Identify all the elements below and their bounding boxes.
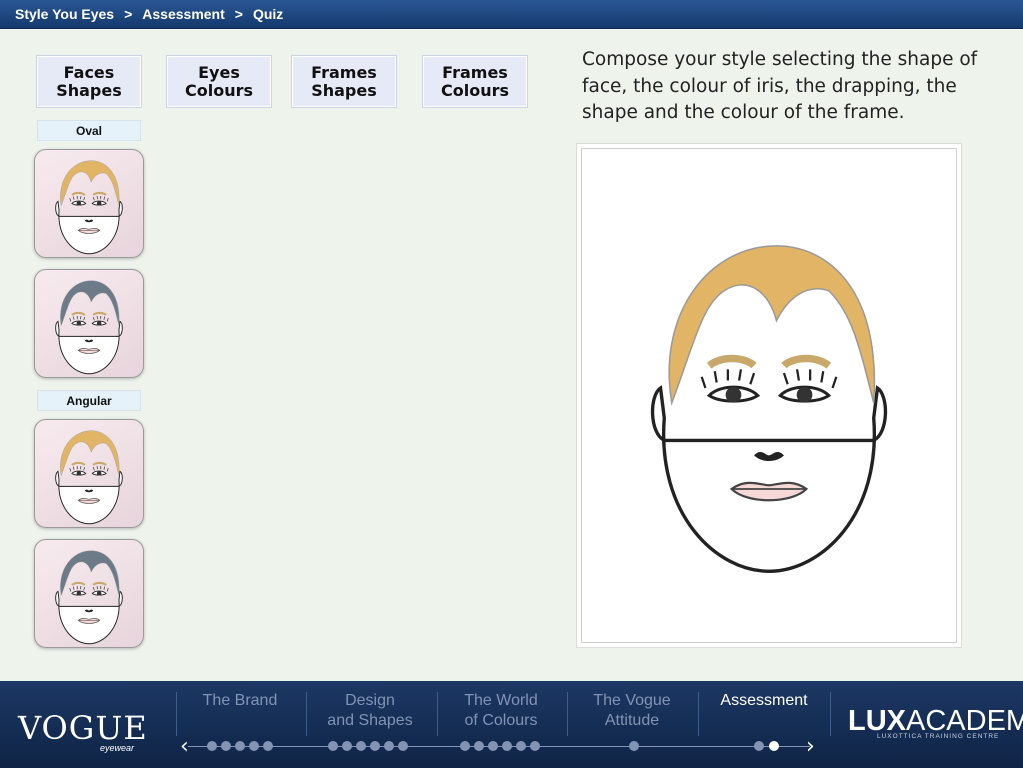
progress-dot[interactable]: [328, 741, 338, 751]
progress-dot[interactable]: [629, 741, 639, 751]
face-illustration: [55, 160, 123, 255]
progress-dot[interactable]: [249, 741, 259, 751]
tab-frames-colours[interactable]: Frames Colours: [423, 56, 527, 107]
breadcrumb-item-assessment[interactable]: Assessment: [142, 6, 225, 22]
progress-dot[interactable]: [398, 741, 408, 751]
vogue-logo-subtitle: eyewear: [100, 743, 135, 753]
progress-dot[interactable]: [370, 741, 380, 751]
face-thumbnail[interactable]: [34, 149, 144, 258]
progress-dot[interactable]: [488, 741, 498, 751]
face-illustration: [55, 550, 123, 645]
breadcrumb-item-quiz[interactable]: Quiz: [253, 6, 283, 22]
face-thumbnail[interactable]: [34, 269, 144, 378]
progress-dot[interactable]: [530, 741, 540, 751]
progress-track: [188, 746, 810, 747]
face-thumbnail[interactable]: [34, 539, 144, 648]
lux-academy-subtitle: LUXOTTICA TRAINING CENTRE: [877, 733, 1000, 740]
vogue-logo: VOGUE: [18, 709, 148, 747]
progress-dot[interactable]: [235, 741, 245, 751]
progress-dot[interactable]: [460, 741, 470, 751]
face-illustration: [55, 280, 123, 375]
face-illustration: [55, 430, 123, 525]
nav-item-the-vogue-attitude[interactable]: The Vogue Attitude: [568, 691, 696, 731]
tab-frames-shapes[interactable]: Frames Shapes: [292, 56, 396, 107]
nav-item-the-brand[interactable]: The Brand: [176, 691, 304, 711]
face-preview-panel: [576, 143, 962, 648]
nav-divider: [830, 692, 831, 736]
progress-dot[interactable]: [516, 741, 526, 751]
chevron-left-icon[interactable]: ‹: [180, 734, 189, 759]
progress-dot[interactable]: [384, 741, 394, 751]
progress-dot[interactable]: [207, 741, 217, 751]
instructions-text: Compose your style selecting the shape o…: [582, 49, 978, 123]
breadcrumb: Style You Eyes > Assessment > Quiz: [0, 0, 1023, 29]
face-group-label-angular: Angular: [37, 390, 141, 411]
nav-item-the-world-of-colours[interactable]: The World of Colours: [437, 691, 565, 731]
progress-dot[interactable]: [263, 741, 273, 751]
nav-item-assessment[interactable]: Assessment: [700, 691, 828, 711]
face-group-label-oval: Oval: [37, 120, 141, 141]
tab-faces-shapes[interactable]: Faces Shapes: [37, 56, 141, 107]
face-preview: [581, 148, 957, 643]
progress-dot[interactable]: [342, 741, 352, 751]
breadcrumb-item-style-you-eyes[interactable]: Style You Eyes: [15, 6, 114, 22]
progress-dot[interactable]: [502, 741, 512, 751]
nav-divider: [698, 692, 699, 736]
progress-dot[interactable]: [221, 741, 231, 751]
progress-dot[interactable]: [474, 741, 484, 751]
breadcrumb-separator: >: [124, 6, 133, 22]
face-illustration: [650, 245, 888, 573]
progress-dot[interactable]: [754, 741, 764, 751]
nav-item-design-and-shapes[interactable]: Design and Shapes: [306, 691, 434, 731]
progress-dot[interactable]: [356, 741, 366, 751]
face-thumbnail[interactable]: [34, 419, 144, 528]
breadcrumb-separator: >: [234, 6, 243, 22]
chevron-right-icon[interactable]: ›: [806, 734, 815, 759]
tab-eyes-colours[interactable]: Eyes Colours: [167, 56, 271, 107]
progress-dot-current[interactable]: [769, 741, 779, 751]
